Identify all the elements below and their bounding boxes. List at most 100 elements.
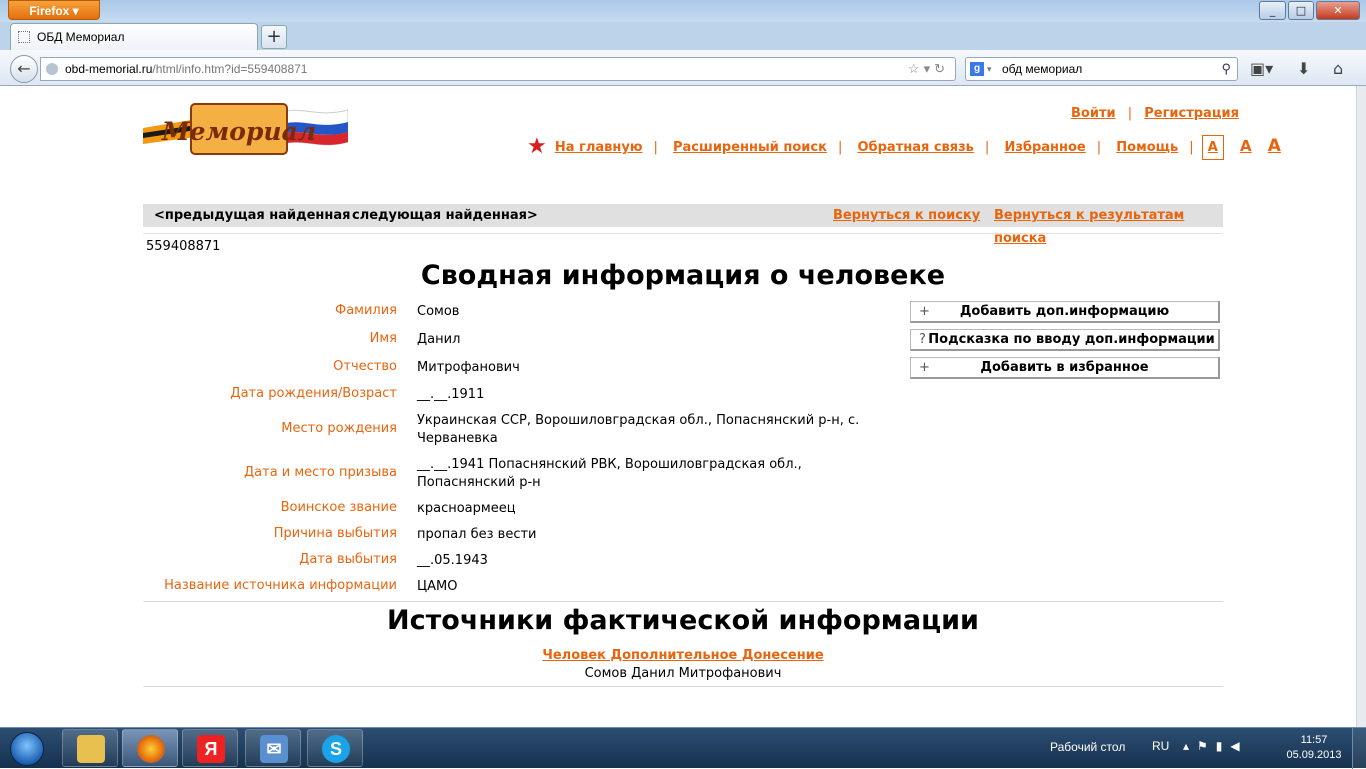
font-size-medium[interactable]: A bbox=[1240, 137, 1252, 155]
button-label: Подсказка по вводу доп.информации bbox=[928, 332, 1215, 347]
google-icon[interactable]: g bbox=[970, 62, 984, 76]
prev-found-link[interactable]: <предыдущая найденная bbox=[154, 204, 351, 227]
browser-chrome: Firefox ▾ _ □ ✕ ОБД Мемориал + ← obd-mem… bbox=[0, 0, 1366, 86]
field-value: Украинская ССР, Ворошиловградская обл., … bbox=[417, 413, 860, 446]
nav-feedback[interactable]: Обратная связь bbox=[857, 140, 973, 155]
field-value: Сомов bbox=[417, 304, 460, 319]
record-nav-bar: <предыдущая найденная следующая найденна… bbox=[143, 204, 1223, 246]
search-value: обд мемориал bbox=[1002, 62, 1083, 76]
register-link[interactable]: Регистрация bbox=[1144, 106, 1239, 121]
mail-icon: ✉ bbox=[260, 735, 288, 763]
clock-date: 05.09.2013 bbox=[1286, 749, 1342, 761]
start-button[interactable] bbox=[2, 729, 52, 769]
close-window-button[interactable]: ✕ bbox=[1316, 1, 1360, 20]
field-label: Фамилия bbox=[335, 303, 397, 318]
divider bbox=[143, 686, 1223, 687]
taskbar-skype[interactable]: S bbox=[307, 729, 363, 767]
clock-time: 11:57 bbox=[1300, 734, 1328, 746]
nav-help[interactable]: Помощь bbox=[1116, 140, 1178, 155]
back-to-results-link[interactable]: Вернуться к результатам поиска bbox=[994, 204, 1223, 250]
main-nav: ★ На главную | Расширенный поиск | Обратна… bbox=[527, 134, 1281, 160]
divider bbox=[143, 233, 1223, 234]
home-icon[interactable]: ⌂ bbox=[1333, 59, 1343, 78]
login-link[interactable]: Войти bbox=[1071, 106, 1116, 121]
vertical-scrollbar[interactable] bbox=[1356, 86, 1366, 727]
font-size-small[interactable]: A bbox=[1201, 135, 1224, 160]
field-value: пропал без вести bbox=[417, 527, 537, 542]
add-favorite-button[interactable]: + Добавить в избранное bbox=[910, 357, 1220, 379]
back-to-search-link[interactable]: Вернуться к поиску bbox=[833, 204, 980, 227]
bookmarks-icon[interactable]: ▣▾ bbox=[1250, 59, 1273, 78]
field-label: Имя bbox=[369, 331, 397, 346]
red-star-icon: ★ bbox=[527, 134, 547, 159]
taskbar-firefox[interactable] bbox=[122, 729, 178, 767]
field-value: __.05.1943 bbox=[417, 553, 488, 568]
desktop-toolbar-label[interactable]: Рабочий стол bbox=[1050, 740, 1125, 754]
source-doc-link[interactable]: Человек Дополнительное Донесение bbox=[542, 648, 823, 663]
field-value: красноармеец bbox=[417, 501, 516, 516]
nav-toolbar: ← obd-memorial.ru/html/info.htm?id=55940… bbox=[0, 50, 1366, 86]
language-indicator[interactable]: RU bbox=[1152, 739, 1169, 753]
page-icon bbox=[18, 31, 30, 43]
add-info-button[interactable]: + Добавить доп.информацию bbox=[910, 301, 1220, 323]
source-doc-row: Человек Дополнительное Донесение bbox=[143, 644, 1223, 663]
new-tab-button[interactable]: + bbox=[261, 25, 287, 49]
back-arrow-icon[interactable]: ← bbox=[10, 55, 38, 83]
skype-icon: S bbox=[322, 735, 350, 763]
field-label: Причина выбытия bbox=[273, 526, 397, 541]
field-label: Отчество bbox=[333, 359, 397, 374]
source-person-name: Сомов Данил Митрофанович bbox=[584, 666, 782, 681]
record-id: 559408871 bbox=[146, 239, 221, 254]
search-icon[interactable]: ⚲ bbox=[1221, 58, 1231, 80]
nav-advanced-search[interactable]: Расширенный поиск bbox=[673, 140, 827, 155]
taskbar-explorer[interactable] bbox=[62, 729, 118, 767]
search-input[interactable]: g ▾ обд мемориал ⚲ bbox=[965, 57, 1238, 81]
folder-icon bbox=[77, 735, 105, 763]
plus-icon: + bbox=[919, 360, 930, 375]
firefox-icon bbox=[137, 735, 165, 763]
auth-links: Войти | Регистрация bbox=[1071, 106, 1239, 121]
system-clock[interactable]: 11:57 05.09.2013 bbox=[1285, 733, 1343, 763]
field-label: Воинское звание bbox=[280, 500, 397, 515]
taskbar-mail[interactable]: ✉ bbox=[245, 729, 301, 767]
sources-title: Источники фактической информации bbox=[387, 605, 979, 636]
field-value: ЦАМО bbox=[417, 579, 458, 594]
title-bar: Firefox ▾ _ □ ✕ bbox=[0, 0, 1366, 22]
show-desktop-button[interactable] bbox=[1352, 728, 1366, 769]
field-value: __.__.1911 bbox=[417, 387, 485, 402]
logo-text: Мемориал bbox=[161, 117, 316, 146]
tray-icons[interactable]: ▴⚑▮◀ bbox=[1183, 739, 1248, 753]
firefox-menu-button[interactable]: Firefox ▾ bbox=[8, 0, 100, 20]
divider bbox=[143, 601, 1223, 602]
field-label: Дата рождения/Возраст bbox=[230, 386, 397, 401]
yandex-icon: Я bbox=[197, 735, 225, 763]
url-bar[interactable]: obd-memorial.ru/html/info.htm?id=5594088… bbox=[40, 57, 956, 81]
taskbar-yandex[interactable]: Я bbox=[182, 729, 238, 767]
globe-icon bbox=[46, 63, 58, 75]
tab-title: ОБД Мемориал bbox=[37, 30, 125, 44]
field-value: __.__.1941 Попаснянский РВК, Ворошиловгр… bbox=[417, 457, 802, 490]
engine-dropdown-icon[interactable]: ▾ bbox=[987, 58, 992, 80]
maximize-button[interactable]: □ bbox=[1288, 1, 1314, 20]
nav-favorites[interactable]: Избранное bbox=[1004, 140, 1085, 155]
field-value: Данил bbox=[417, 332, 461, 347]
minimize-button[interactable]: _ bbox=[1259, 1, 1286, 20]
browser-tab[interactable]: ОБД Мемориал bbox=[10, 23, 258, 50]
nav-home[interactable]: На главную bbox=[555, 140, 643, 155]
field-label: Дата и место призыва bbox=[244, 465, 397, 480]
button-label: Добавить в избранное bbox=[980, 360, 1149, 375]
field-value: Митрофанович bbox=[417, 360, 520, 375]
font-size-large[interactable]: A bbox=[1268, 136, 1281, 156]
windows-logo-icon bbox=[10, 732, 44, 766]
next-found-link[interactable]: следующая найденная> bbox=[352, 204, 538, 227]
plus-icon: + bbox=[919, 304, 930, 319]
memorial-logo[interactable]: Мемориал bbox=[143, 100, 348, 162]
info-hint-button[interactable]: ? Подсказка по вводу доп.информации bbox=[910, 329, 1220, 351]
download-icon[interactable]: ⬇ bbox=[1297, 59, 1310, 78]
question-icon: ? bbox=[919, 332, 926, 347]
field-label: Дата выбытия bbox=[299, 552, 397, 567]
page-title: Сводная информация о человеке bbox=[420, 260, 946, 291]
field-label: Название источника информации bbox=[164, 578, 397, 593]
windows-taskbar: Я ✉ S Рабочий стол RU ▴⚑▮◀ 11:57 05.09.2… bbox=[0, 727, 1366, 769]
bookmark-star-icon[interactable]: ☆▾↻ bbox=[908, 58, 949, 80]
